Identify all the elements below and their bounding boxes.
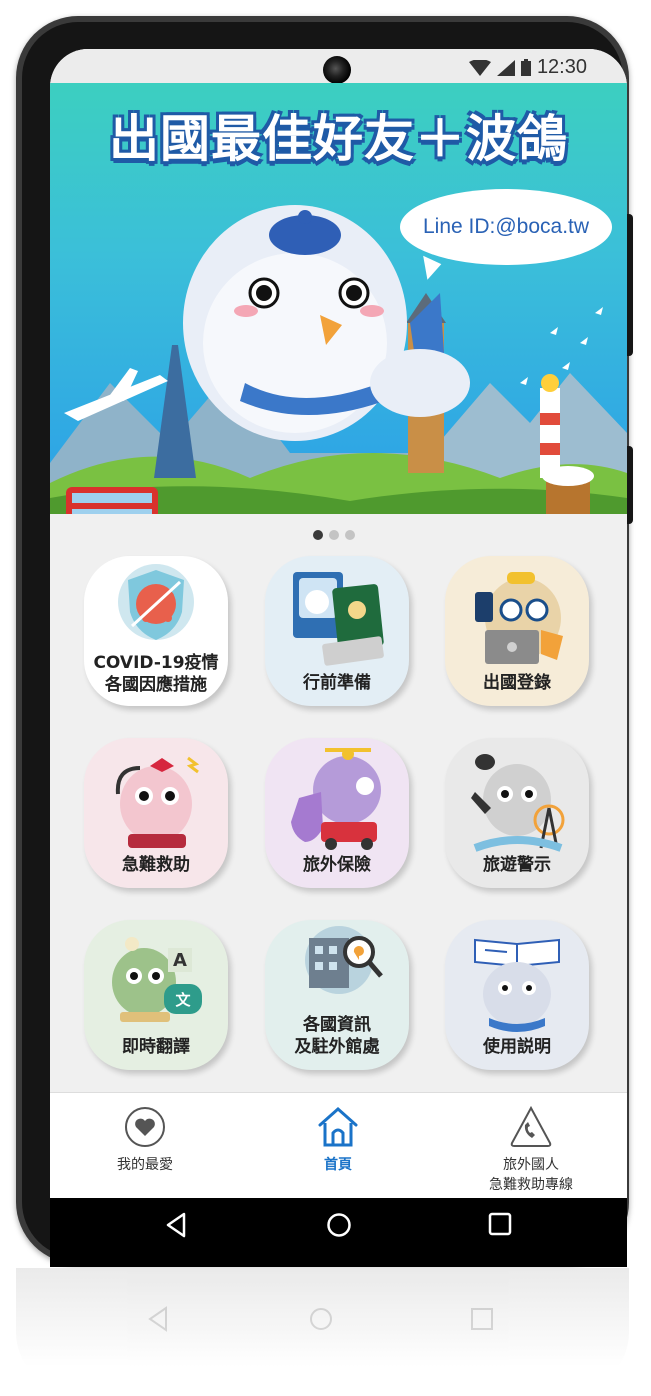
nav-label: 旅外國人 急難救助專線 (489, 1157, 573, 1193)
android-navigation-bar (50, 1198, 627, 1267)
tile-travel-insurance[interactable]: 旅外保險 (265, 738, 409, 888)
nav-emergency-hotline[interactable]: 旅外國人 急難救助專線 (436, 1105, 626, 1195)
home-circle-icon[interactable] (326, 1212, 352, 1238)
tile-covid19[interactable]: COVID-19疫情 各國因應措施 (84, 556, 228, 706)
carousel-dot[interactable] (345, 530, 355, 540)
svg-text:文: 文 (175, 991, 191, 1009)
promo-banner[interactable]: 出國最佳好友＋波鴿 Line ID:@boca.tw (50, 83, 627, 514)
tile-label: COVID-19疫情 各國因應措施 (93, 653, 219, 695)
signal-icon (496, 59, 515, 76)
tile-label: 急難救助 (122, 855, 190, 875)
nav-favorites[interactable]: 我的最愛 (50, 1105, 240, 1175)
tile-label: 旅遊警示 (483, 855, 551, 875)
phone-reflection (16, 1268, 629, 1392)
tile-country-info[interactable]: 各國資訊 及駐外館處 (265, 920, 409, 1070)
nav-label: 我的最愛 (117, 1157, 173, 1173)
tile-label: 旅外保險 (303, 855, 371, 875)
tile-travel-warning[interactable]: 旅遊警示 (445, 738, 589, 888)
tile-instant-translation[interactable]: A 文 即時翻譯 (84, 920, 228, 1070)
svg-text:A: A (173, 950, 187, 971)
phone-frame: 12:30 出國最佳好友＋波鴿 Line ID:@boca.tw COVID-1… (16, 16, 633, 1267)
phone-call-icon (510, 1105, 552, 1147)
status-time: 12:30 (536, 56, 587, 78)
carousel-dot[interactable] (313, 530, 323, 540)
home-icon (318, 1106, 358, 1147)
front-camera (323, 56, 351, 84)
reflection-glyphs (148, 1306, 493, 1332)
wifi-icon (468, 59, 491, 76)
carousel-indicator (313, 530, 355, 540)
line-id-text: Line ID:@boca.tw (422, 215, 590, 238)
nav-label: 首頁 (324, 1157, 352, 1173)
carousel-dot[interactable] (329, 530, 339, 540)
tile-emergency-assistance[interactable]: 急難救助 (84, 738, 228, 888)
tile-user-guide[interactable]: 使用説明 (445, 920, 589, 1070)
tile-label: 各國資訊 及駐外館處 (294, 1015, 380, 1057)
recent-apps-icon[interactable] (488, 1212, 512, 1236)
screen: 12:30 出國最佳好友＋波鴿 Line ID:@boca.tw COVID-1… (50, 49, 627, 1267)
line-id-bubble: Line ID:@boca.tw (400, 189, 612, 265)
tile-overseas-registration[interactable]: 出國登錄 (445, 556, 589, 706)
banner-title: 出國最佳好友＋波鴿 (109, 110, 568, 168)
heart-icon (125, 1107, 165, 1147)
tile-label: 使用説明 (483, 1037, 551, 1057)
tile-travel-preparation[interactable]: 行前準備 (265, 556, 409, 706)
back-icon[interactable] (164, 1212, 188, 1238)
battery-icon (520, 59, 531, 76)
tile-label: 即時翻譯 (122, 1037, 190, 1057)
status-bar: 12:30 (50, 49, 627, 84)
tile-label: 行前準備 (303, 673, 371, 693)
bottom-navigation: 我的最愛 首頁 旅外國人 急難救助專線 (50, 1092, 627, 1199)
tile-label: 出國登錄 (483, 673, 551, 693)
nav-home[interactable]: 首頁 (243, 1105, 433, 1175)
